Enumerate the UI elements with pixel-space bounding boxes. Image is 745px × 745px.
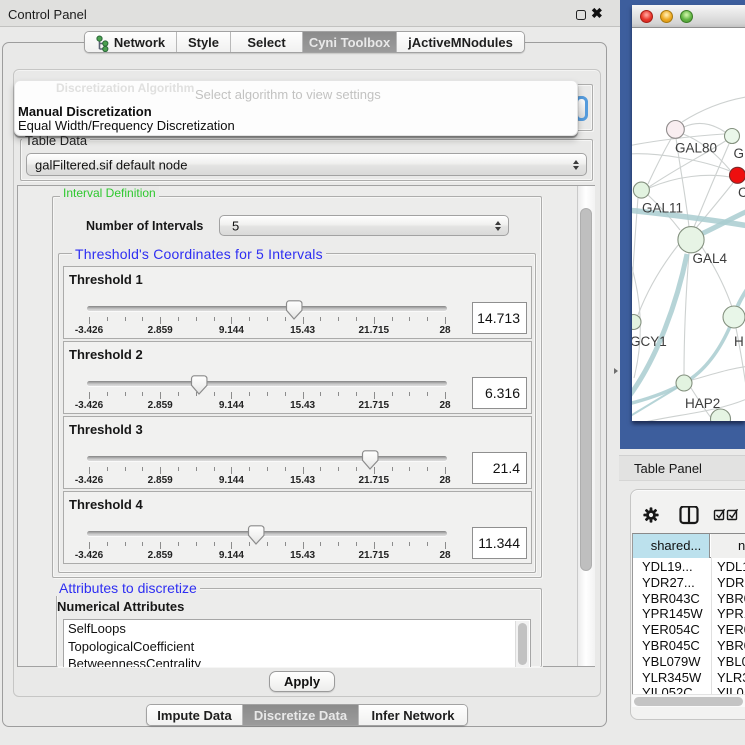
svg-text:GCY1: GCY1 (632, 334, 667, 349)
svg-text:GAL11: GAL11 (642, 201, 683, 216)
svg-text:C: C (738, 185, 745, 200)
svg-text:HAP2: HAP2 (685, 396, 720, 411)
svg-text:GAL80: GAL80 (675, 141, 717, 156)
svg-text:GAL4: GAL4 (693, 251, 728, 266)
svg-text:H: H (734, 334, 744, 349)
svg-text:G.: G. (734, 146, 745, 161)
